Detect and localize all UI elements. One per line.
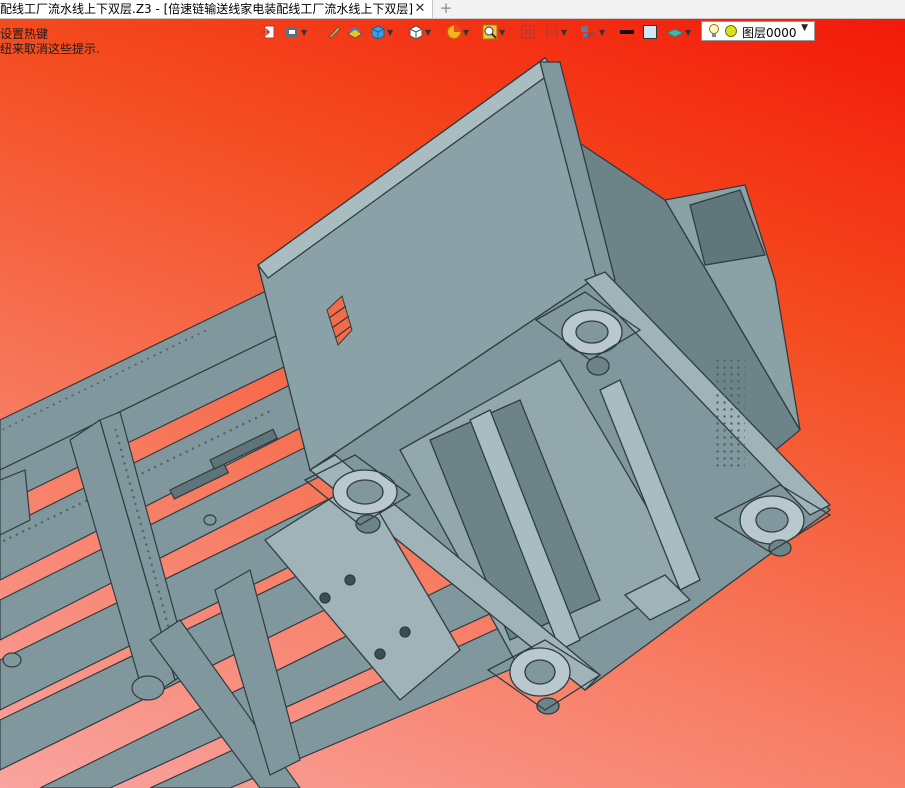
solid-box-icon[interactable]: ▼ — [370, 21, 393, 43]
new-tab-icon[interactable]: + — [438, 0, 454, 17]
assembly-icon[interactable]: ▼ — [580, 21, 605, 43]
model-view — [0, 56, 832, 788]
section-icon[interactable]: ▼ — [544, 21, 567, 43]
render-style-icon[interactable] — [346, 21, 364, 43]
3d-viewport[interactable]: 设置热键 纽来取消这些提示. — [0, 19, 905, 788]
line-style-icon[interactable] — [618, 21, 636, 43]
lightbulb-icon — [709, 24, 719, 37]
tab-bar: 配线工厂流水线上下双层.Z3 - [倍速链输送线家电装配线工厂流水线上下双层] … — [0, 0, 905, 19]
layer-value: 图层0000 — [742, 26, 797, 40]
color-swatch-icon[interactable] — [642, 21, 658, 43]
fit-view-icon[interactable] — [520, 21, 536, 43]
view-filter-icon[interactable]: ▼ — [284, 21, 307, 43]
zoom-icon[interactable]: ▼ — [482, 21, 505, 43]
pie-color-icon[interactable]: ▼ — [446, 21, 469, 43]
close-icon[interactable]: ✕ — [412, 0, 428, 18]
hint-line-2: 纽来取消这些提示. — [0, 42, 100, 56]
exit-icon[interactable] — [260, 21, 276, 43]
view-cube-icon[interactable]: ▼ — [408, 21, 431, 43]
cabinet — [257, 56, 832, 715]
document-tab-title: 配线工厂流水线上下双层.Z3 - [倍速链输送线家电装配线工厂流水线上下双层] — [0, 2, 413, 16]
layer-style-icon[interactable]: ▼ — [666, 21, 691, 43]
chevron-down-icon[interactable]: ▼ — [801, 23, 808, 33]
layer-status-icon — [725, 25, 737, 37]
layer-select[interactable]: 图层0000 ▼ — [701, 21, 815, 41]
pen-icon[interactable] — [326, 21, 342, 43]
document-tab[interactable]: 配线工厂流水线上下双层.Z3 - [倍速链输送线家电装配线工厂流水线上下双层] … — [0, 0, 433, 18]
